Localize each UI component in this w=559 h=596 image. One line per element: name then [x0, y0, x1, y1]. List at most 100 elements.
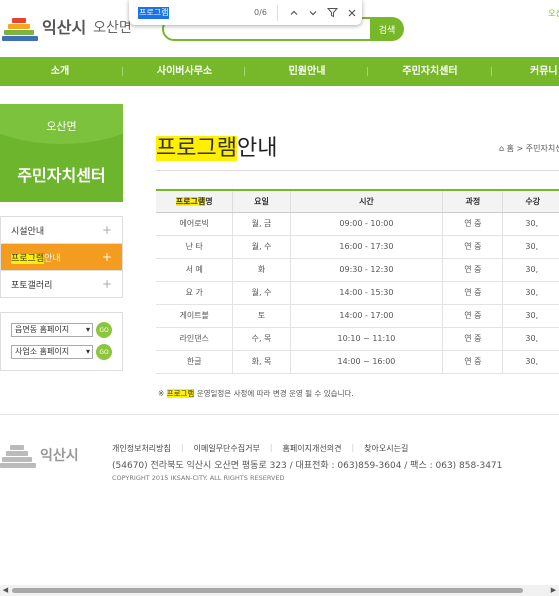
quick-link-row: 사업소 홈페이지 GO [11, 344, 112, 360]
go-button[interactable]: GO [96, 322, 112, 338]
table-row: 한글 화, 목 14:00 ~ 16:00 연 중 30, [156, 350, 559, 374]
filter-icon[interactable] [323, 3, 343, 23]
chevron-down-icon[interactable] [303, 3, 323, 23]
nav-item-cyber-office[interactable]: 사이버사무소 [137, 57, 232, 86]
nav-divider [367, 67, 368, 76]
table-cell: 요 가 [156, 281, 233, 305]
sidebar-item-photo-gallery[interactable]: 포토갤러리 + [1, 271, 122, 298]
table-cell: 30, [502, 350, 559, 374]
table-header-cell: 요일 [232, 189, 291, 213]
nav-item-civil-service[interactable]: 민원안내 [262, 57, 352, 86]
table-cell: 30, [502, 327, 559, 351]
footer-link-privacy[interactable]: 개인정보처리방침 [112, 443, 171, 454]
table-cell: 연 중 [442, 281, 503, 305]
table-header-cell: 과정 [442, 189, 503, 213]
table-row: 에어로빅 월, 금 09:00 - 10:00 연 중 30, [156, 212, 559, 236]
nav-item-intro[interactable]: 소개 [20, 57, 100, 86]
quick-link-row: 읍면동 홈페이지 GO [11, 322, 112, 338]
footer-logo: 익산시 [0, 442, 79, 468]
footer-separator: | [180, 443, 184, 452]
note-text: 운영일정은 사정에 따라 변경 운영 될 수 있습니다. [196, 389, 354, 398]
footer-link-email-policy[interactable]: 이메일무단수집거부 [194, 443, 260, 454]
footer-divider [0, 414, 559, 415]
chevron-up-icon[interactable] [284, 3, 304, 23]
page-title: 프로그램안내 [156, 130, 277, 162]
sidebar-header: 오산면 주민자치센터 [0, 104, 123, 202]
find-bar: 프로그램 0/6 [129, 0, 362, 25]
footer-address: (54670) 전라북도 익산시 오산면 평동로 323 / 대표전화 : 06… [112, 461, 503, 471]
scrollbar-thumb[interactable] [12, 588, 523, 593]
find-separator [276, 4, 278, 21]
breadcrumb-home[interactable]: 홈 [507, 144, 514, 153]
table-cell: 30, [502, 304, 559, 328]
table-cell: 30, [502, 212, 559, 236]
scroll-left-icon[interactable]: ◀ [0, 585, 11, 596]
table-cell: 연 중 [442, 350, 503, 374]
table-header-cell: 프로그램명 [156, 189, 233, 213]
table-cell: 09:00 - 10:00 [289, 212, 443, 236]
table-header-rest: 명 [205, 196, 213, 206]
go-button[interactable]: GO [96, 344, 112, 360]
table-cell: 14:00 - 15:30 [289, 281, 443, 305]
find-highlight: 프로그램 [11, 253, 45, 264]
nav-item-community-center[interactable]: 주민자치센터 [380, 57, 480, 86]
close-icon[interactable] [342, 3, 362, 23]
page-title-rest: 안내 [236, 136, 278, 161]
find-highlight: 프로그램 [166, 389, 195, 398]
table-cell: 30, [502, 235, 559, 259]
table-cell: 월, 수 [232, 281, 291, 305]
sidebar-item-label: 프로그램안내 [11, 251, 61, 264]
sidebar-item-label: 포토갤러리 [11, 280, 53, 291]
table-cell: 화, 목 [232, 350, 291, 374]
top-right-link[interactable]: 오산 [548, 8, 559, 19]
footer-links: 개인정보처리방침 | 이메일무단수집거부 | 홈페이지개선의견 | 찾아오시는길 [112, 443, 408, 454]
sidebar-item-programs[interactable]: 프로그램안내 + [1, 244, 122, 271]
find-highlight: 프로그램 [175, 196, 206, 206]
program-table: 프로그램명 요일 시간 과정 수강 에어로빅 월, 금 09:00 - 10:0… [156, 189, 559, 374]
table-cell: 10:10 ~ 11:10 [289, 327, 443, 351]
nav-item-community[interactable]: 커뮤니 [530, 57, 559, 86]
footer-link-directions[interactable]: 찾아오시는길 [364, 443, 408, 454]
breadcrumb-separator: > [516, 144, 524, 153]
find-input[interactable]: 프로그램 [138, 6, 236, 20]
schedule-note: ※ 프로그램 운영일정은 사정에 따라 변경 운영 될 수 있습니다. [158, 388, 354, 399]
district-homepage-select[interactable]: 읍면동 홈페이지 [11, 323, 93, 337]
sidebar-item-label: 시설안내 [11, 226, 45, 237]
footer-city-name: 익산시 [40, 448, 79, 464]
sidebar-item-facilities[interactable]: 시설안내 + [1, 217, 122, 244]
sidebar-menu: 시설안내 + 프로그램안내 + 포토갤러리 + [0, 216, 123, 298]
logo-city-name: 익산시 [42, 18, 87, 37]
site-search-button[interactable]: 검색 [370, 17, 404, 41]
find-match-count: 0/6 [254, 8, 267, 17]
nav-divider [122, 67, 123, 76]
table-cell: 30, [502, 258, 559, 282]
table-row: 요 가 월, 수 14:00 - 15:30 연 중 30, [156, 281, 559, 305]
table-cell: 서 예 [156, 258, 233, 282]
office-homepage-select[interactable]: 사업소 홈페이지 [11, 345, 93, 359]
footer-link-feedback[interactable]: 홈페이지개선의견 [283, 443, 342, 454]
horizontal-scrollbar[interactable]: ◀ ▶ [0, 585, 559, 596]
table-cell: 에어로빅 [156, 212, 233, 236]
find-highlight: 프로그램 [156, 136, 237, 161]
table-header-cell: 수강 [502, 189, 559, 213]
title-divider [156, 170, 559, 171]
home-icon[interactable]: ⌂ [499, 144, 504, 153]
sidebar-subtitle: 오산면 [46, 120, 77, 133]
table-header-row: 프로그램명 요일 시간 과정 수강 [156, 189, 559, 213]
breadcrumb-current[interactable]: 주민자치센 [526, 144, 559, 153]
site-logo[interactable]: 익산시 오산면 [2, 14, 132, 42]
nav-divider [244, 67, 245, 76]
table-row: 서 예 화 09:30 - 12:30 연 중 30, [156, 258, 559, 282]
note-prefix: ※ [158, 389, 165, 398]
table-cell: 화 [232, 258, 291, 282]
plus-icon: + [101, 277, 112, 291]
nav-divider [491, 67, 492, 76]
table-cell: 난 타 [156, 235, 233, 259]
table-cell: 월, 금 [232, 212, 291, 236]
table-cell: 수, 목 [232, 327, 291, 351]
footer-copyright: COPYRIGHT 2015 IKSAN-CITY. ALL RIGHTS RE… [112, 474, 285, 482]
scroll-right-icon[interactable]: ▶ [548, 585, 559, 596]
table-cell: 연 중 [442, 212, 503, 236]
table-cell: 30, [502, 281, 559, 305]
quick-links-box: 읍면동 홈페이지 GO 사업소 홈페이지 GO [0, 312, 123, 371]
